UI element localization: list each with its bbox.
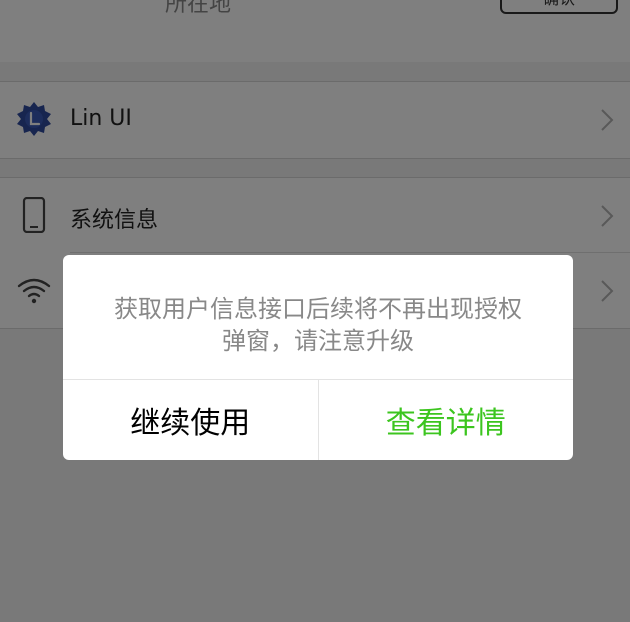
dialog-message: 获取用户信息接口后续将不再出现授权弹窗，请注意升级 <box>114 295 522 355</box>
dialog-footer: 继续使用 查看详情 <box>63 379 573 460</box>
upgrade-dialog: 获取用户信息接口后续将不再出现授权弹窗，请注意升级 继续使用 查看详情 <box>63 255 573 460</box>
view-details-button[interactable]: 查看详情 <box>319 380 574 460</box>
continue-button[interactable]: 继续使用 <box>63 380 319 460</box>
